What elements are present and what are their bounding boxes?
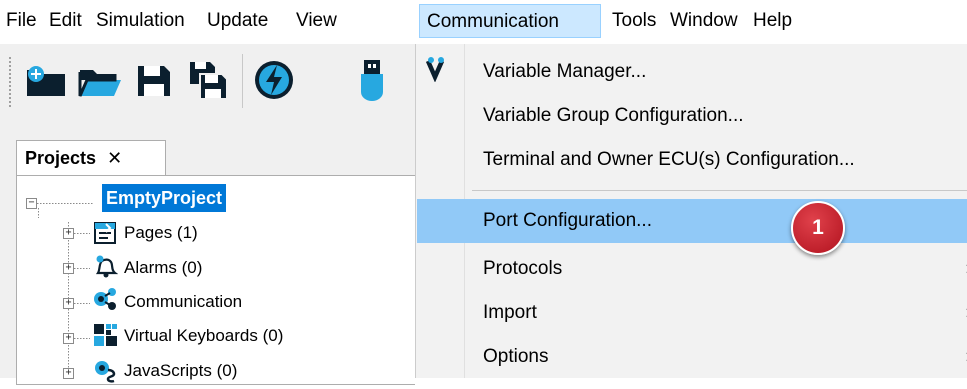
menu-item-port-configuration[interactable]: Port Configuration... <box>417 199 967 243</box>
menu-tools[interactable]: Tools <box>610 4 658 38</box>
collapse-icon[interactable]: − <box>26 198 37 209</box>
menu-item-label: Protocols <box>483 258 563 279</box>
tree-item-javascripts[interactable]: JavaScripts (0) <box>124 356 237 386</box>
close-icon[interactable]: ✕ <box>107 148 122 168</box>
menu-item-label: Port Configuration... <box>483 210 652 231</box>
expand-icon[interactable]: + <box>63 228 74 239</box>
tree-guide-line <box>74 303 90 304</box>
projects-tab[interactable]: Projects ✕ <box>16 140 166 176</box>
pages-icon <box>92 220 118 246</box>
menu-communication[interactable]: Communication <box>419 4 601 38</box>
step-callout-badge: 1 <box>791 201 845 255</box>
tree-item-alarms[interactable]: Alarms (0) <box>124 253 202 283</box>
tree-guide-line <box>74 233 90 234</box>
tree-guide-line <box>38 208 39 218</box>
expand-icon[interactable]: + <box>63 263 74 274</box>
menu-item-label: Import <box>483 302 537 323</box>
menu-item-options[interactable]: Options › <box>417 335 967 379</box>
menu-item-variable-group-configuration[interactable]: Variable Group Configuration... <box>417 94 967 138</box>
menu-file[interactable]: File <box>4 4 39 38</box>
menu-bar: File Edit Simulation Update View Communi… <box>0 0 967 40</box>
alarm-bell-icon <box>92 254 119 280</box>
communication-icon <box>92 286 118 312</box>
save-all-icon[interactable] <box>186 58 230 102</box>
tree-item-communication[interactable]: Communication <box>124 287 242 317</box>
expand-icon[interactable]: + <box>63 298 74 309</box>
menu-item-label: Variable Group Configuration... <box>483 105 744 126</box>
menu-window[interactable]: Window <box>668 4 740 38</box>
usb-icon[interactable] <box>350 58 394 102</box>
menu-edit[interactable]: Edit <box>47 4 84 38</box>
menu-item-terminal-owner-ecu-configuration[interactable]: Terminal and Owner ECU(s) Configuration.… <box>417 138 967 182</box>
tree-guide-line <box>34 203 94 204</box>
new-project-icon[interactable] <box>24 58 68 102</box>
menu-simulation[interactable]: Simulation <box>94 4 187 38</box>
keyboard-icon <box>92 322 118 348</box>
javascript-icon <box>92 358 118 384</box>
menu-update[interactable]: Update <box>205 4 270 38</box>
variable-manager-icon <box>425 56 455 83</box>
main-toolbar <box>0 44 415 124</box>
save-icon[interactable] <box>132 58 176 102</box>
toolbar-separator <box>242 54 243 108</box>
tree-item-virtual-keyboards[interactable]: Virtual Keyboards (0) <box>124 321 283 351</box>
menu-item-label: Variable Manager... <box>483 61 647 82</box>
tree-root-emptyproject[interactable]: EmptyProject <box>102 184 227 212</box>
open-folder-icon[interactable] <box>78 58 122 102</box>
menu-item-protocols[interactable]: Protocols › <box>417 247 967 291</box>
tree-guide-line <box>74 338 90 339</box>
tree-guide-line <box>74 268 90 269</box>
menu-view[interactable]: View <box>294 4 339 38</box>
menu-item-variable-manager[interactable]: Variable Manager... <box>417 50 967 94</box>
menu-item-label: Terminal and Owner ECU(s) Configuration.… <box>483 149 855 170</box>
expand-icon[interactable]: + <box>63 368 74 379</box>
menu-item-import[interactable]: Import › <box>417 291 967 335</box>
connect-icon[interactable] <box>252 58 296 102</box>
toolbar-grip[interactable] <box>8 56 12 108</box>
tree-item-pages[interactable]: Pages (1) <box>124 218 198 248</box>
communication-menu: Variable Manager... Variable Group Confi… <box>415 44 967 378</box>
menu-item-label: Options <box>483 346 549 367</box>
menu-separator <box>472 190 967 191</box>
projects-tab-label: Projects <box>25 148 97 168</box>
expand-icon[interactable]: + <box>63 333 74 344</box>
menu-help[interactable]: Help <box>751 4 794 38</box>
